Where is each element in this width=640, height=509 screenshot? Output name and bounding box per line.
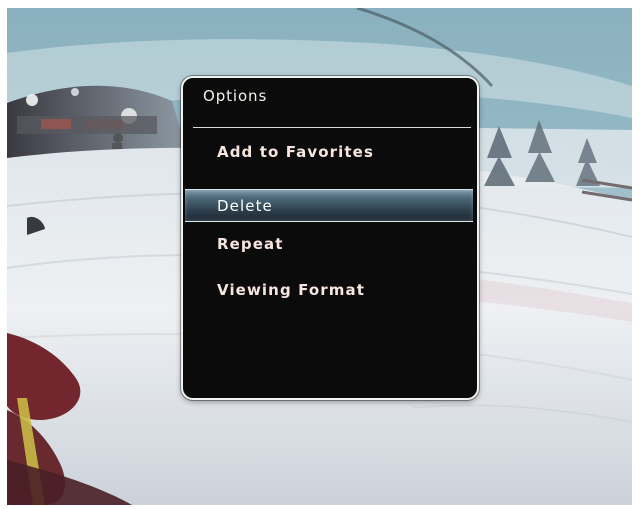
menu-item-delete[interactable]: Delete	[185, 189, 473, 222]
menu-divider	[193, 127, 471, 128]
options-menu: Options Add to Favorites Delete Repeat V…	[181, 76, 479, 400]
menu-item-repeat[interactable]: Repeat	[183, 229, 477, 275]
menu-item-add-to-favorites[interactable]: Add to Favorites	[183, 137, 477, 183]
menu-title: Options	[203, 87, 268, 105]
menu-list: Add to Favorites Delete Repeat Viewing F…	[183, 137, 477, 321]
photo-frame-display: Options Add to Favorites Delete Repeat V…	[7, 8, 632, 505]
menu-item-viewing-format[interactable]: Viewing Format	[183, 275, 477, 321]
